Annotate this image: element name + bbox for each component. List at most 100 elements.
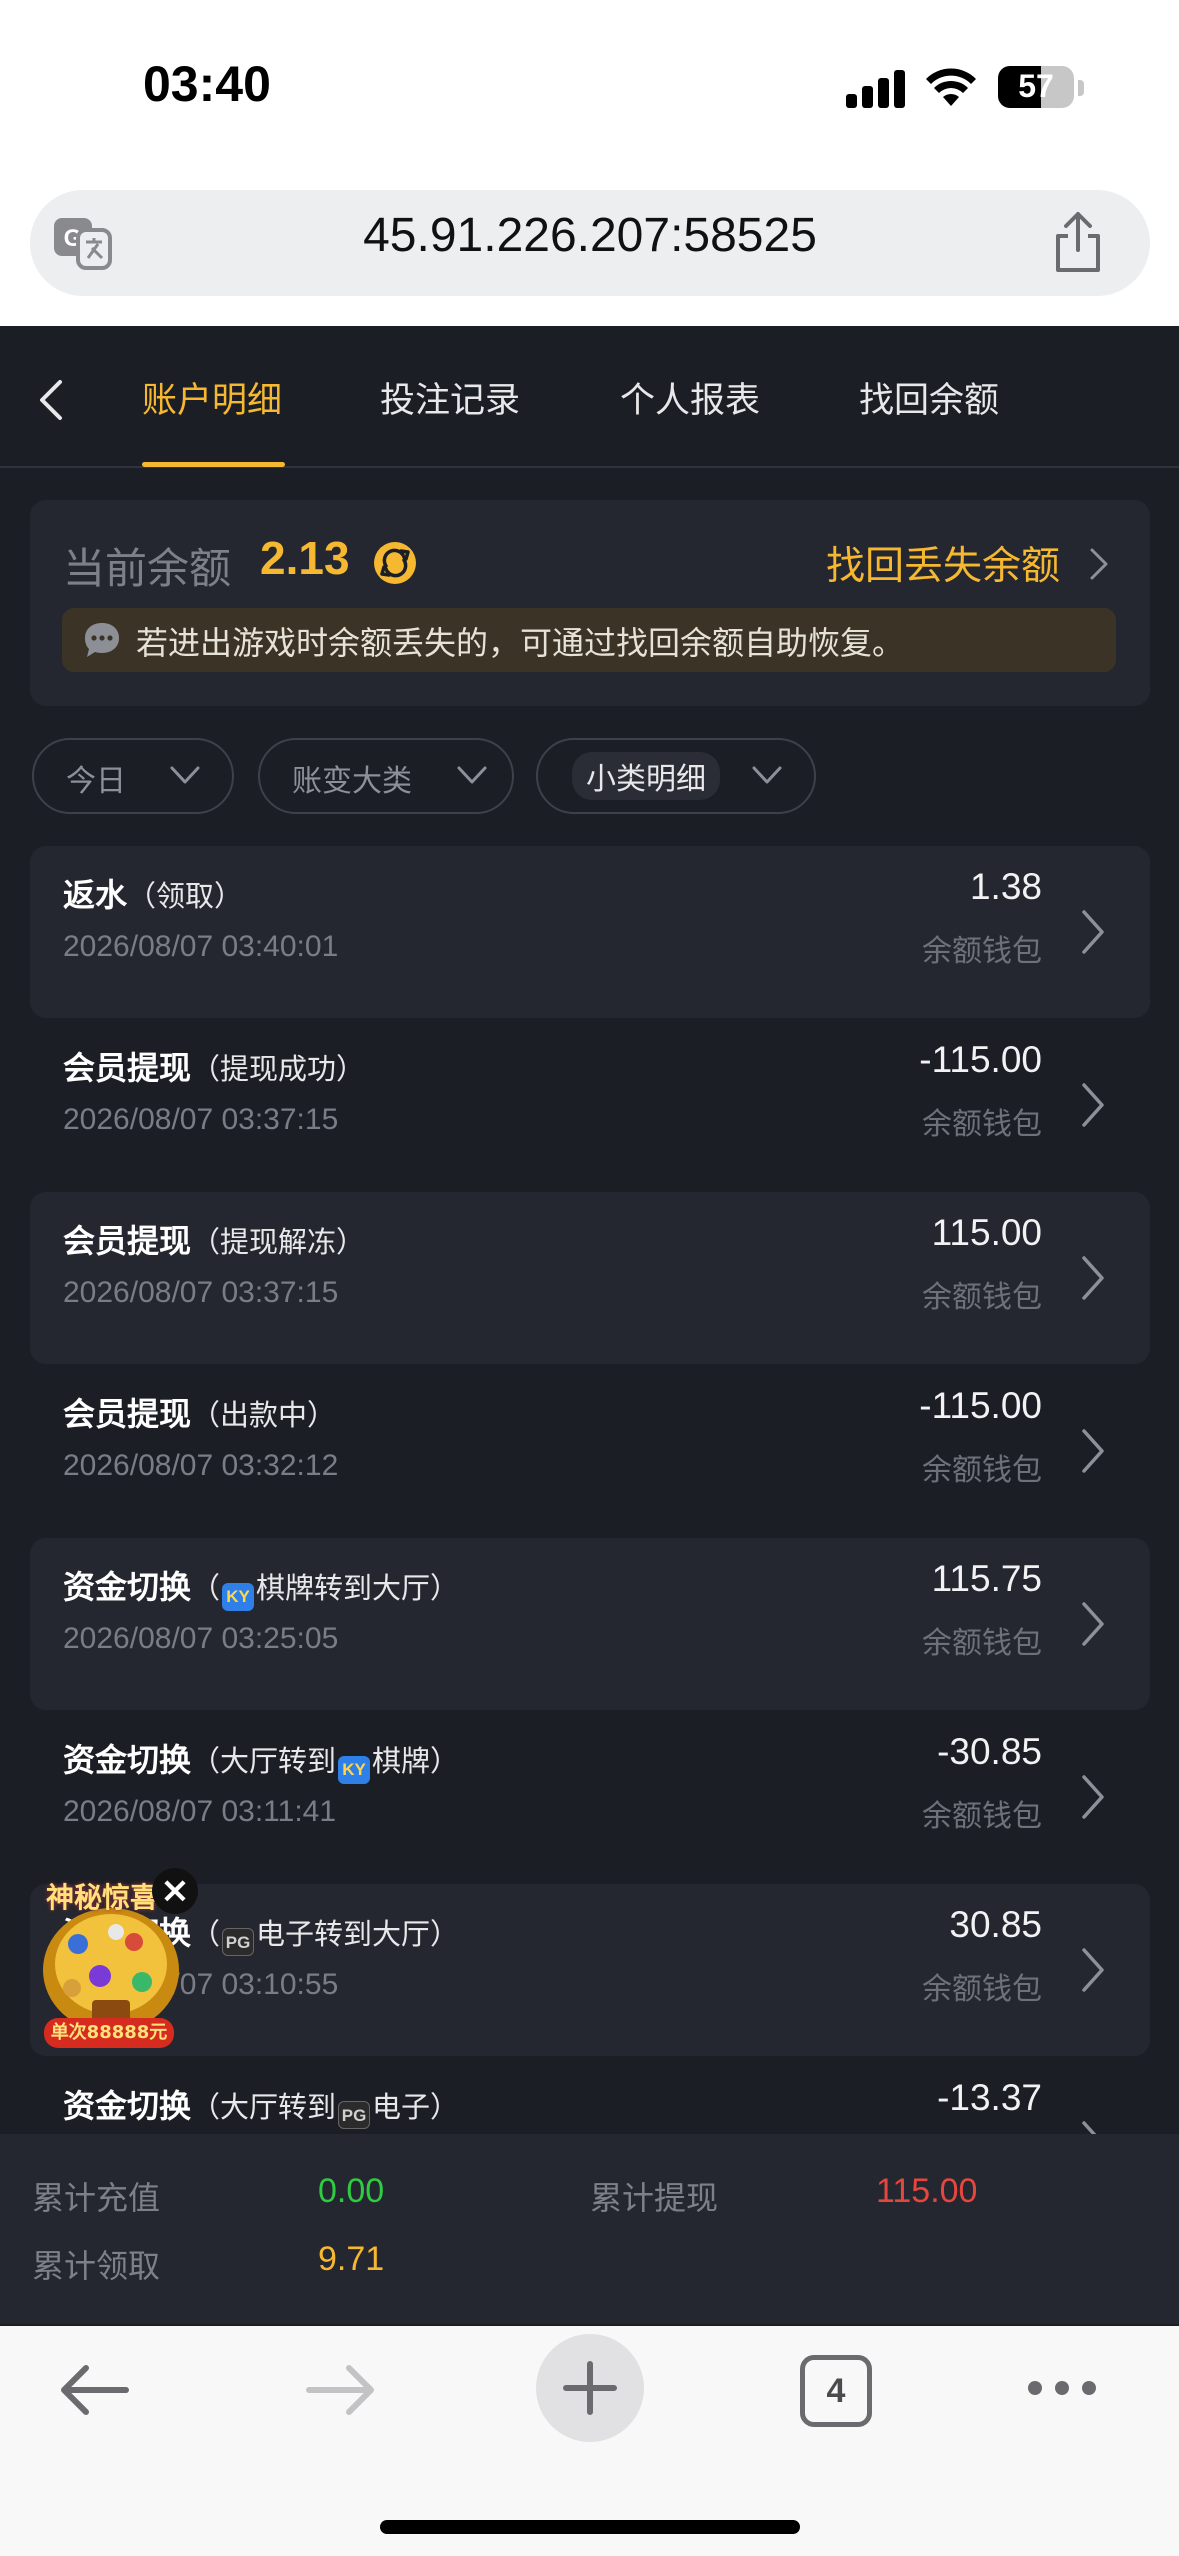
record-wallet: 余额钱包 (922, 1107, 1042, 1142)
recharge-total-label: 累计充值 (32, 2179, 161, 2217)
pg-game-icon: PG (338, 2101, 371, 2129)
record-type: 资金切换 (63, 1568, 192, 1606)
record-amount: -115.00 (919, 1385, 1042, 1426)
record-amount: 115.00 (931, 1212, 1042, 1253)
home-indicator (380, 2520, 800, 2534)
status-time: 03:40 (143, 56, 271, 112)
record-amount: 115.75 (931, 1558, 1042, 1599)
browser-back-icon[interactable] (58, 2362, 130, 2418)
record-amount: -115.00 (919, 1039, 1042, 1080)
record-type: 资金切换 (63, 2087, 192, 2125)
record-subtype-prefix: （提现成功） (191, 1052, 366, 1086)
tab-account-details[interactable]: 账户明细 (142, 372, 282, 423)
record-subtype-prefix: （大厅转到 (191, 1744, 337, 1778)
record-title: 资金切换（大厅转到 KY 棋牌） (63, 1735, 459, 1784)
record-subtype-suffix: 电子转到大厅） (256, 1917, 460, 1951)
tab-recover-balance[interactable]: 找回余额 (859, 372, 999, 423)
battery-nub (1078, 80, 1084, 96)
promo-footer[interactable]: 单次88888元 (44, 2018, 174, 2048)
record-type: 会员提现 (63, 1049, 192, 1087)
record-subtype-prefix: （领取） (127, 879, 244, 913)
chevron-right-icon[interactable] (1080, 908, 1106, 956)
record-amount: -30.85 (937, 1731, 1042, 1772)
chevron-right-icon[interactable] (1080, 1427, 1106, 1475)
browser-forward-icon[interactable] (305, 2362, 377, 2418)
ky-game-icon: KY (338, 1756, 371, 1784)
record-subtype: （提现解冻） (191, 1225, 365, 1259)
record-date: 2026/08/07 03:25:05 (63, 1622, 339, 1655)
record-date: 2026/08/07 03:37:15 (63, 1103, 339, 1136)
record-subtype-suffix: 棋牌） (372, 1744, 460, 1778)
record-wallet: 余额钱包 (922, 1799, 1042, 1834)
translate-icon[interactable]: G (52, 212, 114, 274)
record-subtype: （提现成功） (191, 1052, 365, 1086)
record-type: 资金切换 (63, 1741, 192, 1779)
chevron-right-icon[interactable] (1080, 1600, 1106, 1648)
url-text[interactable]: 45.91.226.207:58525 (120, 208, 1060, 263)
record-subtype: （PG 电子转到大厅） (191, 1917, 460, 1956)
record-subtype-prefix: （出款中） (191, 1398, 337, 1432)
record-type: 会员提现 (63, 1222, 192, 1260)
chevron-right-icon[interactable] (1080, 1254, 1106, 1302)
record-subtype-prefix: （ (191, 1917, 221, 1951)
chevron-down-icon (752, 766, 782, 784)
ky-game-icon: KY (222, 1583, 255, 1611)
record-type: 返水 (63, 876, 128, 914)
record-wallet: 余额钱包 (922, 1280, 1042, 1315)
record-subtype-suffix: 棋牌转到大厅） (256, 1571, 460, 1605)
claim-total-label: 累计领取 (32, 2247, 161, 2285)
balance-label: 当前余额 (63, 544, 232, 593)
summary-bar (0, 2134, 1179, 2324)
notice-text: 若进出游戏时余额丢失的，可通过找回余额自助恢复。 (136, 624, 905, 662)
tab-bet-records[interactable]: 投注记录 (380, 372, 520, 423)
record-amount: 1.38 (969, 866, 1042, 907)
record-type: 会员提现 (63, 1395, 192, 1433)
record-amount: 30.85 (949, 1904, 1042, 1945)
record-title: 会员提现（提现成功） (63, 1043, 365, 1089)
record-subtype-prefix: （ (191, 1571, 221, 1605)
record-subtype: （大厅转到 KY 棋牌） (191, 1744, 460, 1784)
record-subtype: （领取） (127, 879, 243, 913)
record-subtype: （KY 棋牌转到大厅） (191, 1571, 460, 1611)
filter-date-label: 今日 (66, 764, 126, 799)
share-icon[interactable] (1052, 210, 1104, 274)
record-date: 2026/08/07 03:40:01 (63, 930, 339, 963)
pg-game-icon: PG (222, 1928, 255, 1956)
more-options-icon[interactable] (1025, 2378, 1099, 2398)
record-title: 会员提现（出款中） (63, 1389, 336, 1435)
plus-icon[interactable] (562, 2360, 618, 2416)
claim-total-value: 9.71 (318, 2240, 385, 2278)
filter-category-label: 账变大类 (292, 764, 412, 799)
back-chevron-icon[interactable] (36, 378, 66, 422)
record-subtype: （大厅转到 PG 电子） (191, 2090, 460, 2129)
tab-personal-report[interactable]: 个人报表 (620, 372, 760, 423)
withdraw-total-label: 累计提现 (590, 2179, 719, 2217)
promo-close-icon[interactable]: × (152, 1868, 198, 1914)
refresh-icon[interactable] (372, 540, 418, 586)
record-date: 2026/08/07 03:32:12 (63, 1449, 339, 1482)
record-title: 资金切换（ KY 棋牌转到大厅） (63, 1562, 459, 1611)
recharge-total-value: 0.00 (318, 2172, 385, 2210)
chevron-right-icon[interactable] (1080, 1773, 1106, 1821)
filter-date[interactable] (32, 738, 234, 814)
chevron-right-icon[interactable] (1088, 546, 1110, 582)
recover-lost-balance-link[interactable]: 找回丢失余额 (826, 535, 1060, 591)
chevron-right-icon[interactable] (1080, 1081, 1106, 1129)
tab-switcher-button[interactable]: 4 (800, 2355, 872, 2427)
record-subtype-suffix: 电子） (372, 2090, 460, 2124)
active-tab-indicator (142, 462, 285, 467)
balance-card (30, 500, 1150, 706)
record-subtype: （出款中） (191, 1398, 336, 1432)
wifi-icon (926, 68, 976, 106)
chevron-right-icon[interactable] (1080, 1946, 1106, 1994)
chevron-down-icon (457, 766, 487, 784)
record-wallet: 余额钱包 (922, 1972, 1042, 2007)
promo-title[interactable]: 神秘惊喜 (46, 1876, 158, 1916)
record-wallet: 余额钱包 (922, 1453, 1042, 1488)
filter-subcategory-label: 小类明细 (572, 752, 720, 800)
record-title: 会员提现（提现解冻） (63, 1216, 365, 1262)
chevron-down-icon (170, 766, 200, 784)
record-wallet: 余额钱包 (922, 934, 1042, 969)
chat-bubble-icon (85, 623, 119, 657)
withdraw-total-value: 115.00 (876, 2172, 978, 2210)
